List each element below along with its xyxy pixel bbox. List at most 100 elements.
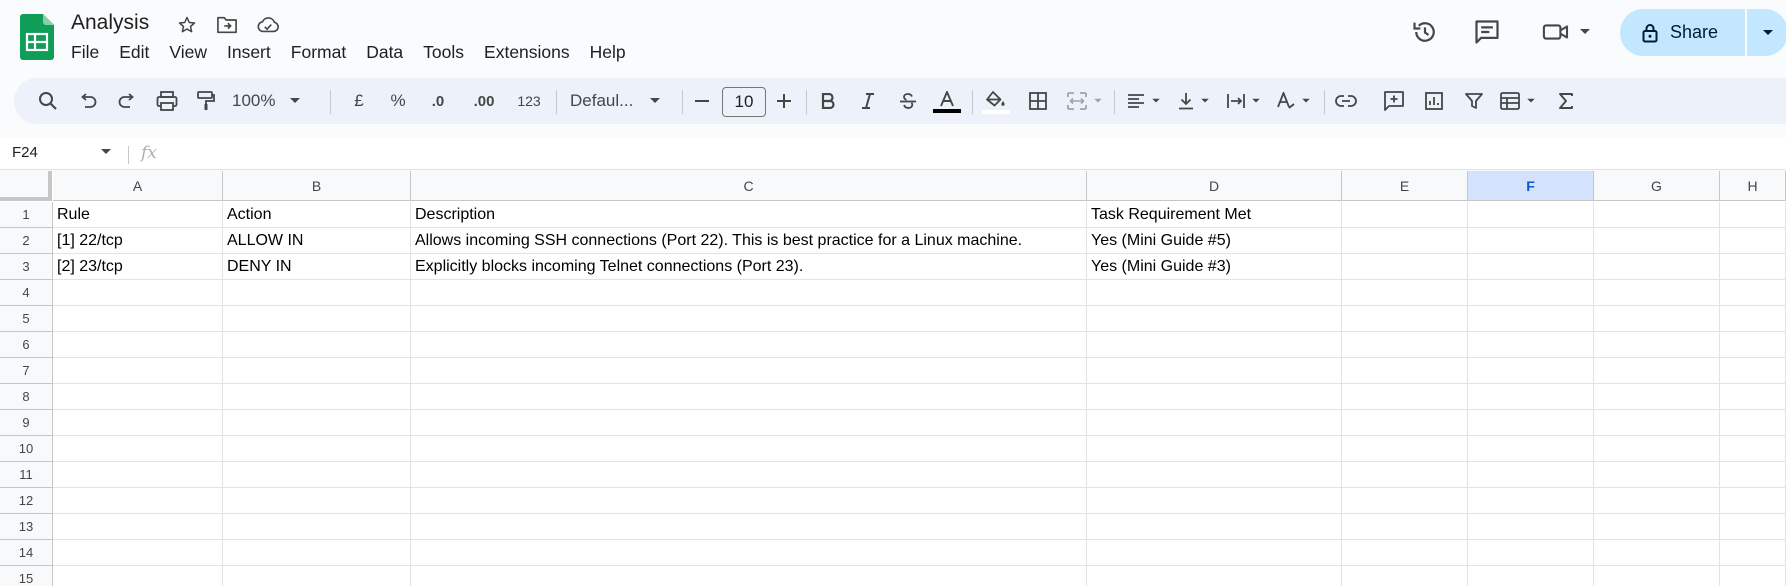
row-header[interactable]: 5 bbox=[0, 306, 53, 332]
toolbar-divider bbox=[806, 90, 807, 114]
toolbar-divider bbox=[972, 90, 973, 114]
star-icon[interactable] bbox=[175, 13, 199, 37]
share-button[interactable]: Share bbox=[1620, 9, 1745, 56]
title-bar: Analysis File Edit View Insert Format Da… bbox=[0, 0, 1786, 72]
move-folder-icon[interactable] bbox=[215, 13, 239, 37]
cell-c2[interactable]: Allows incoming SSH connections (Port 22… bbox=[411, 228, 1087, 254]
decrease-font-size-button[interactable] bbox=[688, 78, 716, 124]
cloud-saved-icon[interactable] bbox=[256, 13, 280, 37]
comments-icon[interactable] bbox=[1469, 14, 1505, 50]
vertical-align-icon[interactable] bbox=[1172, 78, 1216, 124]
row-header[interactable]: 2 bbox=[0, 228, 53, 254]
row-header[interactable]: 4 bbox=[0, 280, 53, 306]
format-currency-button[interactable]: £ bbox=[344, 78, 374, 124]
merge-cells-icon[interactable] bbox=[1062, 78, 1108, 124]
column-header-d[interactable]: D bbox=[1087, 171, 1342, 201]
paint-format-icon[interactable] bbox=[190, 78, 222, 124]
text-rotation-icon[interactable] bbox=[1272, 78, 1316, 124]
insert-chart-icon[interactable] bbox=[1418, 78, 1450, 124]
cell-a2[interactable]: [1] 22/tcp bbox=[53, 228, 223, 254]
menu-format[interactable]: Format bbox=[281, 40, 356, 65]
row-gridline bbox=[53, 565, 1786, 566]
sheets-logo-icon[interactable] bbox=[20, 14, 54, 60]
share-options-button[interactable] bbox=[1747, 9, 1786, 56]
font-size-input[interactable]: 10 bbox=[722, 87, 766, 117]
cell-a3[interactable]: [2] 23/tcp bbox=[53, 254, 223, 280]
insert-link-icon[interactable] bbox=[1330, 78, 1362, 124]
cell-a1[interactable]: Rule bbox=[53, 202, 223, 228]
fill-color-icon[interactable] bbox=[980, 78, 1012, 124]
toolbar-divider bbox=[1114, 90, 1115, 114]
font-family-select[interactable]: Defaul... bbox=[570, 78, 670, 124]
row-header[interactable]: 9 bbox=[0, 410, 53, 436]
bold-icon[interactable] bbox=[812, 78, 844, 124]
italic-icon[interactable] bbox=[852, 78, 884, 124]
row-header[interactable]: 10 bbox=[0, 436, 53, 462]
menu-insert[interactable]: Insert bbox=[217, 40, 281, 65]
column-header-e[interactable]: E bbox=[1342, 171, 1468, 201]
row-header[interactable]: 12 bbox=[0, 488, 53, 514]
increase-decimal-button[interactable]: .00 bbox=[464, 78, 504, 124]
version-history-icon[interactable] bbox=[1407, 14, 1443, 50]
row-header[interactable]: 13 bbox=[0, 514, 53, 540]
table-views-icon[interactable] bbox=[1496, 78, 1540, 124]
column-header-f[interactable]: F bbox=[1468, 171, 1594, 201]
text-color-icon[interactable] bbox=[931, 78, 963, 124]
menu-view[interactable]: View bbox=[159, 40, 217, 65]
cell-b2[interactable]: ALLOW IN bbox=[223, 228, 411, 254]
document-title[interactable]: Analysis bbox=[71, 11, 149, 35]
row-header[interactable]: 11 bbox=[0, 462, 53, 488]
row-header[interactable]: 15 bbox=[0, 566, 53, 586]
strikethrough-icon[interactable] bbox=[892, 78, 924, 124]
cell-c3[interactable]: Explicitly blocks incoming Telnet connec… bbox=[411, 254, 1087, 280]
menu-extensions[interactable]: Extensions bbox=[474, 40, 580, 65]
format-percent-button[interactable]: % bbox=[383, 78, 413, 124]
filter-icon[interactable] bbox=[1458, 78, 1490, 124]
spreadsheet-grid[interactable]: A B C D E F G H 1 2 3 4 5 6 7 8 9 10 11 12 13 14 15 Rule Action D… bbox=[0, 171, 1786, 586]
cell-d1[interactable]: Task Requirement Met bbox=[1087, 202, 1342, 228]
cell-d3[interactable]: Yes (Mini Guide #3) bbox=[1087, 254, 1342, 280]
cell-c1[interactable]: Description bbox=[411, 202, 1087, 228]
undo-icon[interactable] bbox=[72, 78, 104, 124]
row-header[interactable]: 14 bbox=[0, 540, 53, 566]
text-wrapping-icon[interactable] bbox=[1222, 78, 1266, 124]
column-gridline bbox=[1593, 202, 1594, 586]
cell-b3[interactable]: DENY IN bbox=[223, 254, 411, 280]
column-header-g[interactable]: G bbox=[1594, 171, 1720, 201]
row-gridline bbox=[53, 383, 1786, 384]
toolbar-divider bbox=[556, 90, 557, 114]
insert-comment-icon[interactable] bbox=[1378, 78, 1410, 124]
borders-icon[interactable] bbox=[1022, 78, 1054, 124]
name-box[interactable]: F24 bbox=[12, 144, 38, 161]
row-header[interactable]: 3 bbox=[0, 254, 53, 280]
menu-file[interactable]: File bbox=[61, 40, 109, 65]
menu-tools[interactable]: Tools bbox=[413, 40, 474, 65]
column-header-c[interactable]: C bbox=[411, 171, 1087, 201]
row-gridline bbox=[53, 357, 1786, 358]
select-all-corner[interactable] bbox=[0, 171, 52, 201]
menu-data[interactable]: Data bbox=[356, 40, 413, 65]
print-icon[interactable] bbox=[151, 78, 183, 124]
menu-edit[interactable]: Edit bbox=[109, 40, 159, 65]
row-gridline bbox=[53, 435, 1786, 436]
column-header-b[interactable]: B bbox=[223, 171, 411, 201]
chevron-down-icon[interactable] bbox=[100, 148, 112, 156]
row-header[interactable]: 6 bbox=[0, 332, 53, 358]
meet-camera-icon[interactable] bbox=[1536, 14, 1596, 50]
row-header[interactable]: 7 bbox=[0, 358, 53, 384]
column-header-a[interactable]: A bbox=[53, 171, 223, 201]
decrease-decimal-button[interactable]: .0 bbox=[420, 78, 456, 124]
increase-font-size-button[interactable] bbox=[770, 78, 798, 124]
redo-icon[interactable] bbox=[111, 78, 143, 124]
cell-b1[interactable]: Action bbox=[223, 202, 411, 228]
search-menus-icon[interactable] bbox=[32, 78, 64, 124]
row-header[interactable]: 1 bbox=[0, 202, 53, 228]
functions-icon[interactable] bbox=[1550, 78, 1582, 124]
column-header-h[interactable]: H bbox=[1720, 171, 1786, 201]
menu-help[interactable]: Help bbox=[580, 40, 636, 65]
cell-d2[interactable]: Yes (Mini Guide #5) bbox=[1087, 228, 1342, 254]
more-formats-button[interactable]: 123 bbox=[511, 78, 547, 124]
zoom-select[interactable]: 100% bbox=[232, 78, 318, 124]
row-header[interactable]: 8 bbox=[0, 384, 53, 410]
horizontal-align-icon[interactable] bbox=[1122, 78, 1166, 124]
